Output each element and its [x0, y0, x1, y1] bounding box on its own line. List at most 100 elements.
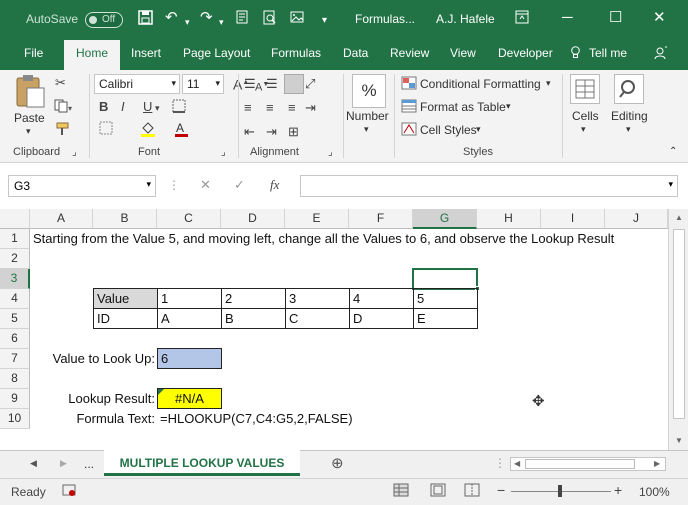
underline-icon[interactable]: U — [143, 100, 152, 114]
cell-a1[interactable]: Starting from the Value 5, and moving le… — [30, 229, 614, 249]
collapse-ribbon-icon[interactable]: ⌃ — [669, 146, 677, 157]
row-header-1[interactable]: 1 — [0, 229, 30, 249]
number-dropdown-icon[interactable]: ▾ — [364, 124, 369, 135]
worksheet-grid[interactable]: A B C D E F G H I J 1 2 3 4 5 6 7 8 9 10… — [0, 209, 668, 450]
lookup-value-label[interactable]: Value to Look Up: — [30, 349, 157, 369]
row-header-8[interactable]: 8 — [0, 369, 30, 389]
page-layout-view-icon[interactable] — [430, 483, 446, 500]
cancel-entry-icon[interactable]: ✕ — [200, 177, 211, 193]
chevron-down-icon[interactable]: ▾ — [476, 124, 481, 135]
paste-label[interactable]: Paste — [14, 111, 45, 125]
cell-styles-icon[interactable] — [401, 122, 417, 139]
format-as-table-icon[interactable] — [401, 99, 417, 116]
user-name[interactable]: A.J. Hafele — [436, 12, 495, 26]
formula-bar-grip-icon[interactable]: ⋮ — [168, 178, 180, 192]
row-header-4[interactable]: 4 — [0, 289, 30, 309]
col-header-g[interactable]: G — [413, 209, 477, 229]
tell-me-label[interactable]: Tell me — [589, 46, 627, 60]
format-painter-icon[interactable] — [55, 122, 71, 139]
font-name-dropdown[interactable]: Calibri ▾ — [94, 74, 180, 94]
paste-dropdown-icon[interactable]: ▾ — [26, 126, 31, 137]
insert-function-icon[interactable]: fx — [270, 177, 279, 193]
tab-formulas[interactable]: Formulas — [271, 46, 321, 60]
bold-icon[interactable]: B — [99, 100, 108, 114]
normal-view-icon[interactable] — [393, 483, 409, 500]
search-icon[interactable] — [614, 74, 644, 104]
scroll-thumb[interactable] — [673, 229, 685, 419]
col-header-c[interactable]: C — [157, 209, 221, 229]
chevron-down-icon[interactable]: ▾ — [546, 78, 551, 89]
hscroll-thumb[interactable] — [525, 459, 635, 469]
row-header-10[interactable]: 10 — [0, 409, 30, 429]
zoom-slider-thumb[interactable] — [558, 485, 562, 497]
undo-dropdown-icon[interactable]: ▾ — [185, 14, 190, 30]
undo-icon[interactable]: ↶ — [165, 10, 178, 26]
horizontal-scrollbar[interactable]: ◀ ▶ — [510, 457, 666, 471]
align-right-icon[interactable]: ≡ — [288, 101, 296, 115]
redo-dropdown-icon[interactable]: ▾ — [219, 14, 224, 30]
scroll-up-icon[interactable]: ▲ — [675, 213, 683, 222]
lookup-result-cell[interactable]: #N/A — [157, 388, 222, 409]
qat-more-icon[interactable]: ▾ — [322, 13, 327, 29]
zoom-out-icon[interactable]: − — [497, 482, 505, 498]
cell-c4[interactable]: 1 — [157, 288, 222, 309]
col-header-h[interactable]: H — [477, 209, 541, 229]
font-launcher-icon[interactable]: ⌟ — [221, 146, 226, 160]
tab-page-layout[interactable]: Page Layout — [183, 46, 250, 60]
align-bottom-icon[interactable] — [284, 74, 304, 94]
tab-review[interactable]: Review — [390, 46, 429, 60]
sheet-tab-active[interactable]: MULTIPLE LOOKUP VALUES — [104, 450, 300, 476]
next-sheet-icon[interactable]: ▶ — [60, 458, 67, 469]
underline-dropdown-icon[interactable]: ▾ — [155, 101, 160, 115]
cell-d4[interactable]: 2 — [221, 288, 286, 309]
formula-input[interactable]: ▾ — [300, 175, 678, 197]
col-header-d[interactable]: D — [221, 209, 285, 229]
cells-label[interactable]: Cells — [572, 109, 599, 123]
col-header-j[interactable]: J — [605, 209, 668, 229]
formula-text-label[interactable]: Formula Text: — [30, 409, 157, 429]
print-preview-icon[interactable] — [262, 10, 277, 29]
cell-e5[interactable]: C — [285, 308, 350, 329]
orientation-icon[interactable]: ⤢ — [305, 77, 315, 91]
ribbon-display-icon[interactable] — [515, 10, 529, 28]
border-icon[interactable] — [172, 99, 186, 116]
customize-qat-icon[interactable] — [290, 10, 305, 29]
font-color-icon[interactable]: A — [174, 121, 190, 139]
lookup-result-label[interactable]: Lookup Result: — [30, 389, 157, 409]
share-icon[interactable] — [654, 46, 668, 63]
chevron-down-icon[interactable]: ▾ — [626, 124, 631, 135]
cell-g3-selected[interactable] — [412, 268, 478, 290]
copy-icon[interactable]: ▾ — [54, 99, 72, 116]
tab-home[interactable]: Home — [64, 40, 121, 70]
chevron-down-icon[interactable]: ▾ — [581, 124, 586, 135]
row-header-6[interactable]: 6 — [0, 329, 30, 349]
cut-icon[interactable]: ✂ — [55, 76, 66, 90]
col-header-e[interactable]: E — [285, 209, 349, 229]
paste-icon[interactable] — [14, 74, 46, 111]
tab-data[interactable]: Data — [343, 46, 368, 60]
conditional-formatting-button[interactable]: Conditional Formatting — [420, 77, 541, 91]
number-format-button[interactable]: % — [352, 74, 386, 108]
maximize-icon[interactable]: ☐ — [609, 10, 622, 26]
row-header-5[interactable]: 5 — [0, 309, 30, 329]
alignment-launcher-icon[interactable]: ⌟ — [328, 146, 333, 160]
select-all-corner[interactable] — [0, 209, 30, 229]
cell-b5[interactable]: ID — [93, 308, 158, 329]
row-header-7[interactable]: 7 — [0, 349, 30, 369]
align-top-icon[interactable]: ☰ — [244, 77, 256, 91]
cell-styles-button[interactable]: Cell Styles — [420, 123, 477, 137]
format-as-table-button[interactable]: Format as Table — [420, 100, 506, 114]
name-box[interactable]: G3 ▾ — [8, 175, 156, 197]
wrap-text-icon[interactable]: ⇥ — [305, 101, 316, 115]
zoom-in-icon[interactable]: + — [614, 482, 622, 498]
cells-icon[interactable] — [570, 74, 600, 104]
cell-b4[interactable]: Value — [93, 288, 158, 309]
decrease-indent-icon[interactable]: ⇤ — [244, 125, 255, 139]
prev-sheet-icon[interactable]: ◀ — [30, 458, 37, 469]
italic-icon[interactable]: I — [121, 100, 125, 114]
col-header-b[interactable]: B — [93, 209, 157, 229]
col-header-i[interactable]: I — [541, 209, 605, 229]
row-header-9[interactable]: 9 — [0, 389, 30, 409]
scroll-left-icon[interactable]: ◀ — [514, 459, 520, 468]
align-center-icon[interactable]: ≡ — [266, 101, 274, 115]
